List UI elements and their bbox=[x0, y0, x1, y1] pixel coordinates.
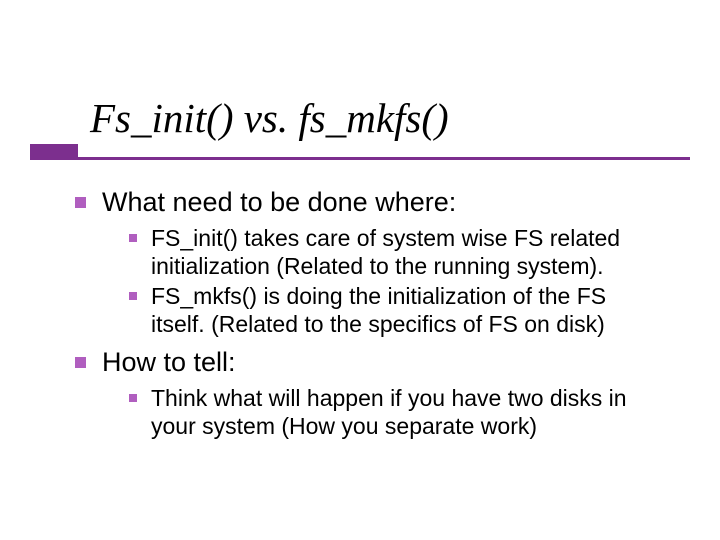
square-bullet-icon bbox=[129, 234, 137, 242]
bullet-level2: Think what will happen if you have two d… bbox=[129, 384, 665, 440]
bullet-level2: FS_mkfs() is doing the initialization of… bbox=[129, 282, 665, 338]
bullet-text: Think what will happen if you have two d… bbox=[151, 384, 665, 440]
square-bullet-icon bbox=[129, 394, 137, 402]
square-bullet-icon bbox=[75, 357, 86, 368]
title-underline bbox=[30, 157, 690, 160]
slide-title: Fs_init() vs. fs_mkfs() bbox=[90, 96, 680, 141]
bullet-text: FS_init() takes care of system wise FS r… bbox=[151, 224, 665, 280]
square-bullet-icon bbox=[75, 197, 86, 208]
sub-bullets: FS_init() takes care of system wise FS r… bbox=[129, 224, 665, 338]
sub-bullets: Think what will happen if you have two d… bbox=[129, 384, 665, 440]
slide: Fs_init() vs. fs_mkfs() What need to be … bbox=[0, 0, 720, 540]
bullet-text: FS_mkfs() is doing the initialization of… bbox=[151, 282, 665, 338]
slide-body: What need to be done where: FS_init() ta… bbox=[75, 180, 665, 448]
bullet-level1: What need to be done where: bbox=[75, 186, 665, 220]
bullet-text: What need to be done where: bbox=[102, 186, 456, 220]
bullet-level1: How to tell: bbox=[75, 346, 665, 380]
bullet-text: How to tell: bbox=[102, 346, 236, 380]
bullet-level2: FS_init() takes care of system wise FS r… bbox=[129, 224, 665, 280]
square-bullet-icon bbox=[129, 292, 137, 300]
